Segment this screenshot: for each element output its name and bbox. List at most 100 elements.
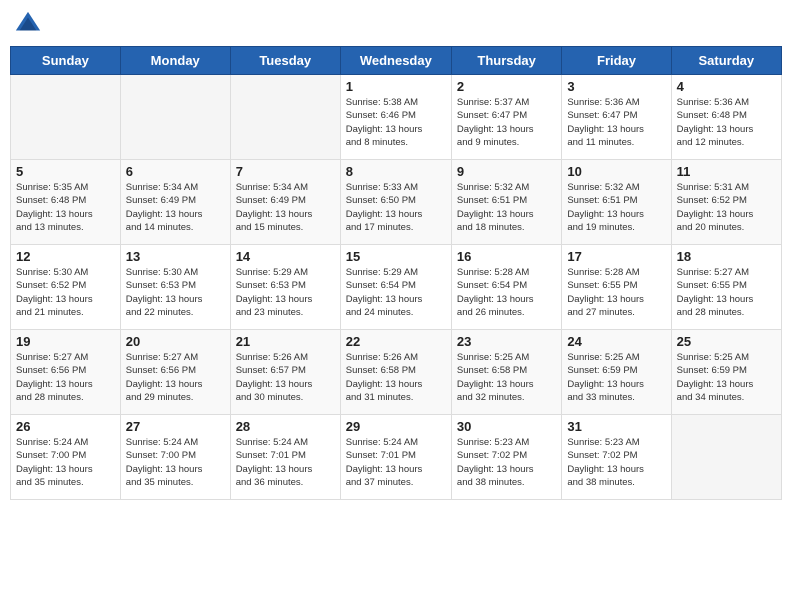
page-header [10,10,782,38]
day-number: 3 [567,79,666,94]
day-info: Sunrise: 5:33 AMSunset: 6:50 PMDaylight:… [346,181,447,234]
day-info: Sunrise: 5:28 AMSunset: 6:54 PMDaylight:… [457,266,557,319]
day-info: Sunrise: 5:26 AMSunset: 6:58 PMDaylight:… [346,351,447,404]
day-number: 21 [236,334,336,349]
calendar-week-row: 12 Sunrise: 5:30 AMSunset: 6:52 PMDayligh… [11,245,782,330]
calendar-cell [11,75,121,160]
day-info: Sunrise: 5:36 AMSunset: 6:47 PMDaylight:… [567,96,666,149]
calendar-cell: 18 Sunrise: 5:27 AMSunset: 6:55 PMDayligh… [671,245,781,330]
day-number: 25 [677,334,777,349]
logo [14,10,46,38]
day-number: 13 [126,249,226,264]
calendar-cell: 1 Sunrise: 5:38 AMSunset: 6:46 PMDaylight… [340,75,451,160]
calendar-cell: 21Sunrise: 5:26 AMSunset: 6:57 PMDayligh… [230,330,340,415]
day-number: 31 [567,419,666,434]
logo-icon [14,10,42,38]
day-number: 12 [16,249,116,264]
calendar-cell: 28Sunrise: 5:24 AMSunset: 7:01 PMDayligh… [230,415,340,500]
day-number: 29 [346,419,447,434]
calendar-cell: 15 Sunrise: 5:29 AMSunset: 6:54 PMDayligh… [340,245,451,330]
day-number: 6 [126,164,226,179]
calendar-week-row: 19 Sunrise: 5:27 AMSunset: 6:56 PMDayligh… [11,330,782,415]
day-number: 19 [16,334,116,349]
day-number: 16 [457,249,557,264]
day-info: Sunrise: 5:29 AMSunset: 6:53 PMDaylight:… [236,266,336,319]
day-number: 5 [16,164,116,179]
calendar-cell: 25 Sunrise: 5:25 AMSunset: 6:59 PMDayligh… [671,330,781,415]
calendar-cell: 14 Sunrise: 5:29 AMSunset: 6:53 PMDayligh… [230,245,340,330]
day-info: Sunrise: 5:24 AMSunset: 7:00 PMDaylight:… [16,436,116,489]
day-info: Sunrise: 5:25 AMSunset: 6:59 PMDaylight:… [567,351,666,404]
calendar-cell: 24 Sunrise: 5:25 AMSunset: 6:59 PMDayligh… [562,330,671,415]
day-info: Sunrise: 5:28 AMSunset: 6:55 PMDaylight:… [567,266,666,319]
calendar-cell: 22 Sunrise: 5:26 AMSunset: 6:58 PMDayligh… [340,330,451,415]
day-info: Sunrise: 5:31 AMSunset: 6:52 PMDaylight:… [677,181,777,234]
calendar-body: 1 Sunrise: 5:38 AMSunset: 6:46 PMDaylight… [11,75,782,500]
day-info: Sunrise: 5:25 AMSunset: 6:58 PMDaylight:… [457,351,557,404]
calendar-cell: 29 Sunrise: 5:24 AMSunset: 7:01 PMDayligh… [340,415,451,500]
day-number: 18 [677,249,777,264]
calendar-cell: 23 Sunrise: 5:25 AMSunset: 6:58 PMDayligh… [451,330,561,415]
calendar-cell: 30 Sunrise: 5:23 AMSunset: 7:02 PMDayligh… [451,415,561,500]
day-number: 10 [567,164,666,179]
day-number: 1 [346,79,447,94]
calendar-cell [671,415,781,500]
day-info: Sunrise: 5:32 AMSunset: 6:51 PMDaylight:… [457,181,557,234]
day-info: Sunrise: 5:35 AMSunset: 6:48 PMDaylight:… [16,181,116,234]
calendar-cell: 5 Sunrise: 5:35 AMSunset: 6:48 PMDaylight… [11,160,121,245]
calendar-header: SundayMondayTuesdayWednesdayThursdayFrid… [11,47,782,75]
calendar-cell: 31 Sunrise: 5:23 AMSunset: 7:02 PMDayligh… [562,415,671,500]
day-info: Sunrise: 5:24 AMSunset: 7:00 PMDaylight:… [126,436,226,489]
weekday-header-thursday: Thursday [451,47,561,75]
day-number: 30 [457,419,557,434]
calendar-cell: 20 Sunrise: 5:27 AMSunset: 6:56 PMDayligh… [120,330,230,415]
calendar-cell: 12 Sunrise: 5:30 AMSunset: 6:52 PMDayligh… [11,245,121,330]
calendar-cell: 7 Sunrise: 5:34 AMSunset: 6:49 PMDaylight… [230,160,340,245]
day-number: 22 [346,334,447,349]
weekday-header-row: SundayMondayTuesdayWednesdayThursdayFrid… [11,47,782,75]
day-info: Sunrise: 5:24 AMSunset: 7:01 PMDaylight:… [236,436,336,489]
day-number: 23 [457,334,557,349]
day-number: 26 [16,419,116,434]
day-info: Sunrise: 5:30 AMSunset: 6:52 PMDaylight:… [16,266,116,319]
day-number: 8 [346,164,447,179]
day-number: 15 [346,249,447,264]
calendar-week-row: 26 Sunrise: 5:24 AMSunset: 7:00 PMDayligh… [11,415,782,500]
calendar-cell: 8 Sunrise: 5:33 AMSunset: 6:50 PMDaylight… [340,160,451,245]
day-number: 20 [126,334,226,349]
weekday-header-saturday: Saturday [671,47,781,75]
day-number: 14 [236,249,336,264]
day-info: Sunrise: 5:29 AMSunset: 6:54 PMDaylight:… [346,266,447,319]
day-number: 7 [236,164,336,179]
day-info: Sunrise: 5:25 AMSunset: 6:59 PMDaylight:… [677,351,777,404]
day-info: Sunrise: 5:38 AMSunset: 6:46 PMDaylight:… [346,96,447,149]
day-info: Sunrise: 5:34 AMSunset: 6:49 PMDaylight:… [126,181,226,234]
calendar-cell [120,75,230,160]
weekday-header-wednesday: Wednesday [340,47,451,75]
day-info: Sunrise: 5:27 AMSunset: 6:55 PMDaylight:… [677,266,777,319]
day-info: Sunrise: 5:27 AMSunset: 6:56 PMDaylight:… [126,351,226,404]
day-info: Sunrise: 5:37 AMSunset: 6:47 PMDaylight:… [457,96,557,149]
calendar-cell: 27Sunrise: 5:24 AMSunset: 7:00 PMDayligh… [120,415,230,500]
weekday-header-tuesday: Tuesday [230,47,340,75]
calendar-cell: 17 Sunrise: 5:28 AMSunset: 6:55 PMDayligh… [562,245,671,330]
calendar-cell: 6 Sunrise: 5:34 AMSunset: 6:49 PMDaylight… [120,160,230,245]
day-number: 11 [677,164,777,179]
day-info: Sunrise: 5:24 AMSunset: 7:01 PMDaylight:… [346,436,447,489]
calendar-cell [230,75,340,160]
calendar-week-row: 5 Sunrise: 5:35 AMSunset: 6:48 PMDaylight… [11,160,782,245]
day-info: Sunrise: 5:34 AMSunset: 6:49 PMDaylight:… [236,181,336,234]
calendar-cell: 16 Sunrise: 5:28 AMSunset: 6:54 PMDayligh… [451,245,561,330]
weekday-header-friday: Friday [562,47,671,75]
day-info: Sunrise: 5:36 AMSunset: 6:48 PMDaylight:… [677,96,777,149]
calendar-week-row: 1 Sunrise: 5:38 AMSunset: 6:46 PMDaylight… [11,75,782,160]
day-number: 9 [457,164,557,179]
day-number: 17 [567,249,666,264]
day-info: Sunrise: 5:23 AMSunset: 7:02 PMDaylight:… [567,436,666,489]
calendar-cell: 3 Sunrise: 5:36 AMSunset: 6:47 PMDaylight… [562,75,671,160]
day-number: 4 [677,79,777,94]
calendar-cell: 26 Sunrise: 5:24 AMSunset: 7:00 PMDayligh… [11,415,121,500]
day-number: 24 [567,334,666,349]
day-info: Sunrise: 5:23 AMSunset: 7:02 PMDaylight:… [457,436,557,489]
day-number: 2 [457,79,557,94]
